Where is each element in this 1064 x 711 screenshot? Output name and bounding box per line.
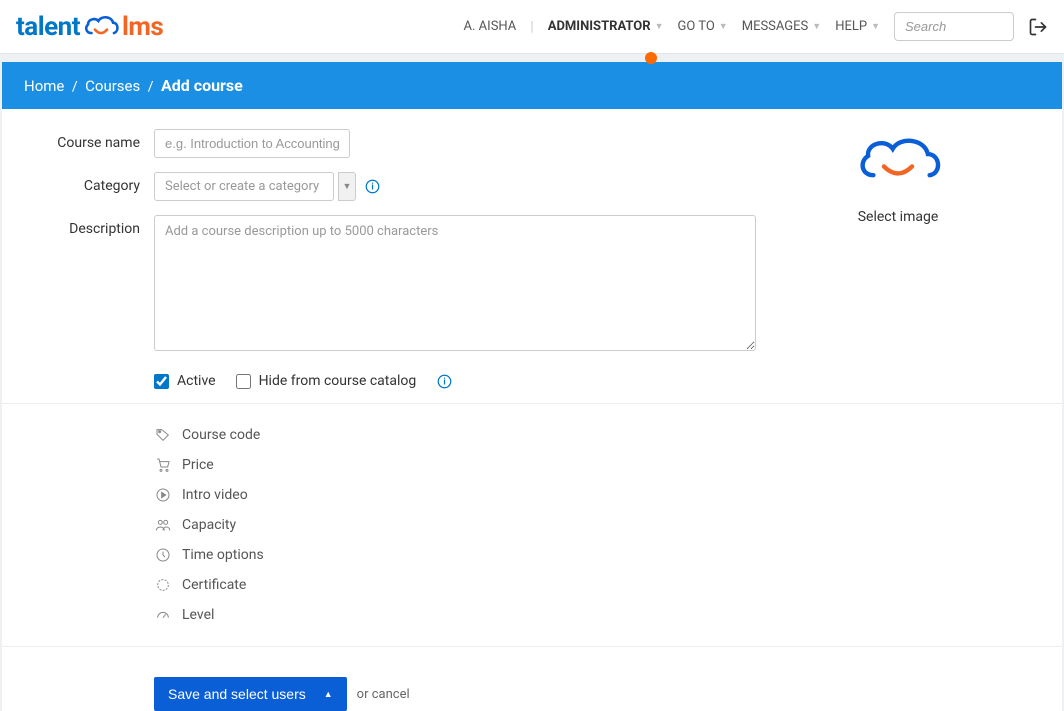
option-intro-video[interactable]: Intro video — [154, 480, 1046, 510]
search-input[interactable] — [894, 12, 1014, 41]
breadcrumb-separator: / — [148, 79, 154, 95]
nav-help-dropdown[interactable]: HELP ▼ — [835, 19, 880, 34]
chevron-up-icon: ▲ — [324, 689, 333, 699]
option-label: Time options — [182, 547, 264, 563]
play-icon — [154, 486, 172, 504]
breadcrumb: Home / Courses / Add course — [2, 62, 1062, 109]
cloud-placeholder-icon — [854, 133, 942, 191]
breadcrumb-current: Add course — [161, 76, 243, 95]
chevron-down-icon: ▼ — [871, 21, 880, 32]
footer-actions: Save and select users ▲ or cancel — [154, 677, 1046, 711]
chevron-down-icon: ▼ — [812, 21, 821, 32]
nav-messages-label: MESSAGES — [742, 19, 809, 34]
clock-icon — [154, 546, 172, 564]
top-header: talent lms A. AISHA | ADMINISTRATOR ▼ GO… — [0, 0, 1064, 54]
course-name-input[interactable] — [154, 129, 350, 158]
option-label: Certificate — [182, 577, 246, 593]
logo-text-talent: talent — [16, 12, 80, 42]
chevron-down-icon: ▼ — [655, 21, 664, 32]
page-body: Home / Courses / Add course Course name … — [0, 54, 1064, 711]
save-button-label: Save and select users — [168, 686, 306, 702]
option-time-options[interactable]: Time options — [154, 540, 1046, 570]
cart-icon — [154, 456, 172, 474]
select-image-panel[interactable]: Select image — [854, 133, 942, 225]
svg-text:i: i — [371, 183, 373, 193]
category-select[interactable]: Select or create a category — [154, 172, 334, 201]
label-course-name: Course name — [18, 129, 154, 151]
logout-icon[interactable] — [1028, 17, 1048, 37]
label-category: Category — [18, 172, 154, 194]
info-icon[interactable]: i — [436, 373, 452, 389]
hide-catalog-checkbox[interactable] — [236, 374, 251, 389]
active-checkbox[interactable] — [154, 374, 169, 389]
divider — [2, 646, 1062, 647]
nav-admin-dropdown[interactable]: ADMINISTRATOR ▼ — [548, 19, 664, 34]
nav-messages-dropdown[interactable]: MESSAGES ▼ — [742, 19, 821, 34]
breadcrumb-courses[interactable]: Courses — [85, 77, 140, 95]
option-certificate[interactable]: Certificate — [154, 570, 1046, 600]
checkbox-row: Active Hide from course catalog i — [154, 373, 1046, 389]
option-label: Level — [182, 607, 214, 623]
option-level[interactable]: Level — [154, 600, 1046, 630]
cloud-icon — [82, 14, 120, 40]
info-icon[interactable]: i — [364, 179, 380, 195]
breadcrumb-separator: / — [72, 79, 78, 95]
option-capacity[interactable]: Capacity — [154, 510, 1046, 540]
logo-text-lms: lms — [122, 12, 163, 42]
option-label: Course code — [182, 427, 260, 443]
notification-dot-icon — [645, 52, 657, 64]
nav-user[interactable]: A. AISHA — [464, 19, 517, 34]
svg-text:i: i — [443, 377, 445, 387]
nav-goto-label: GO TO — [678, 19, 715, 34]
logo[interactable]: talent lms — [16, 12, 163, 42]
certificate-icon — [154, 576, 172, 594]
row-description: Description — [18, 215, 1046, 355]
tag-icon — [154, 426, 172, 444]
nav-admin-label: ADMINISTRATOR — [548, 19, 651, 34]
active-label[interactable]: Active — [177, 373, 216, 389]
nav-separator: | — [530, 19, 533, 35]
nav-help-label: HELP — [835, 19, 867, 34]
breadcrumb-home[interactable]: Home — [24, 77, 64, 95]
nav-goto-dropdown[interactable]: GO TO ▼ — [678, 19, 728, 34]
hide-catalog-label[interactable]: Hide from course catalog — [259, 373, 417, 389]
additional-options: Course code Price Intro video Capacity — [154, 404, 1046, 630]
gauge-icon — [154, 606, 172, 624]
people-icon — [154, 516, 172, 534]
option-label: Intro video — [182, 487, 248, 503]
select-image-caption: Select image — [854, 209, 942, 225]
cancel-link[interactable]: or cancel — [357, 687, 410, 702]
main-content: Course name Category Select or create a … — [2, 109, 1062, 711]
label-description: Description — [18, 215, 154, 237]
category-select-toggle[interactable]: ▼ — [338, 172, 356, 201]
option-label: Capacity — [182, 517, 236, 533]
description-textarea[interactable] — [154, 215, 756, 351]
chevron-down-icon: ▼ — [719, 21, 728, 32]
header-nav: A. AISHA | ADMINISTRATOR ▼ GO TO ▼ MESSA… — [464, 12, 1048, 41]
option-course-code[interactable]: Course code — [154, 420, 1046, 450]
option-label: Price — [182, 457, 214, 473]
save-button[interactable]: Save and select users ▲ — [154, 677, 347, 711]
option-price[interactable]: Price — [154, 450, 1046, 480]
